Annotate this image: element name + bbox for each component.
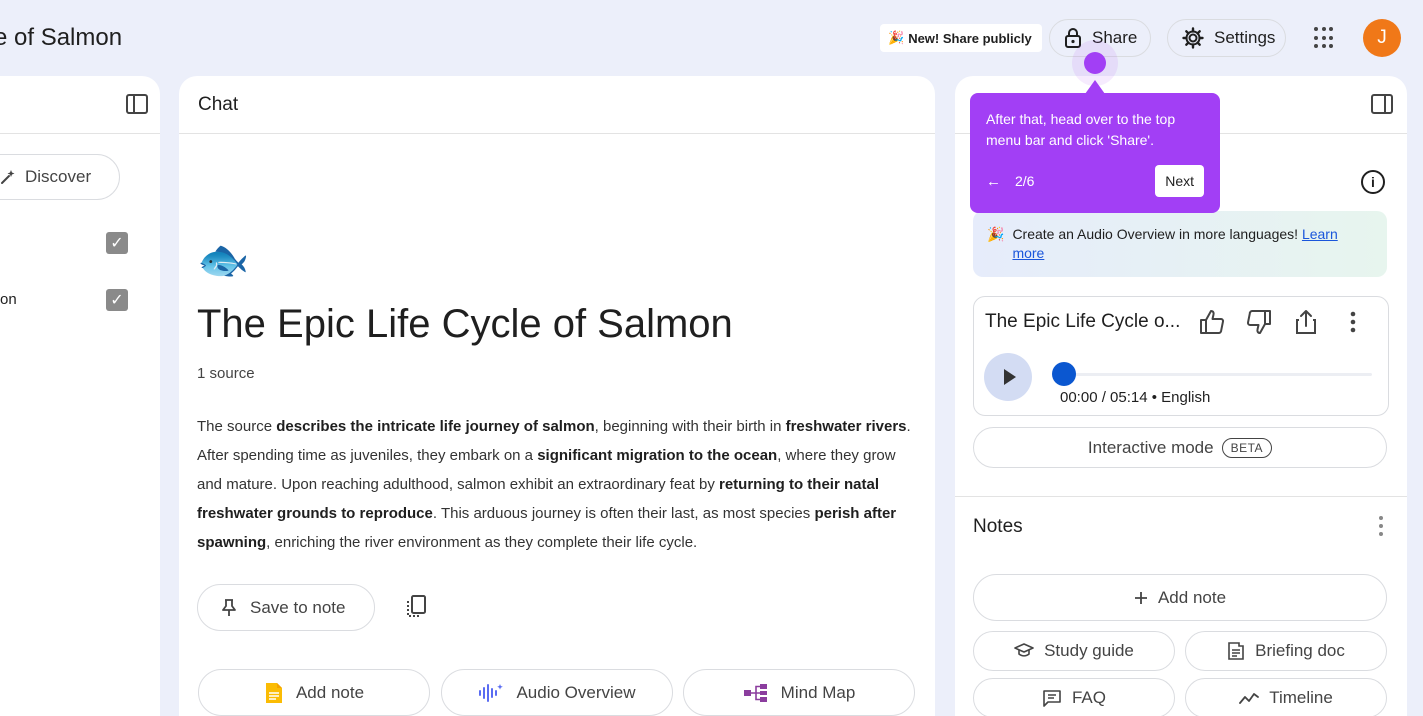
- summary-bold-run: significant migration to the ocean: [537, 447, 778, 464]
- tooltip-arrow: [1085, 80, 1105, 94]
- source-checkbox[interactable]: ✓: [106, 289, 128, 311]
- audio-progress-track[interactable]: [1064, 373, 1372, 376]
- discover-label: Discover: [25, 167, 92, 186]
- copy-icon[interactable]: [405, 594, 427, 620]
- notebook-heading: The Epic Life Cycle of Salmon: [197, 302, 733, 346]
- timeline-button[interactable]: Timeline: [1185, 678, 1387, 716]
- study-guide-button[interactable]: Study guide: [973, 631, 1175, 671]
- faq-chat-icon: [1042, 689, 1062, 707]
- audio-progress-knob[interactable]: [1052, 362, 1076, 386]
- party-popper-icon: 🎉: [987, 226, 1005, 242]
- chat-panel-header: Chat: [179, 76, 935, 134]
- gear-icon: [1182, 27, 1204, 49]
- briefing-doc-button[interactable]: Briefing doc: [1185, 631, 1387, 671]
- source-count: 1 source: [197, 365, 255, 382]
- more-vert-icon[interactable]: [1339, 307, 1366, 337]
- apps-grid-icon[interactable]: [1314, 27, 1336, 49]
- top-bar: e of Salmon 🎉 New! Share publicly Share …: [0, 0, 1423, 76]
- new-share-publicly-badge: 🎉 New! Share publicly: [880, 24, 1042, 52]
- studio-add-note-label: Add note: [1157, 587, 1227, 607]
- summary-run: . This arduous journey is often their la…: [432, 505, 815, 522]
- settings-button[interactable]: Settings: [1167, 19, 1286, 57]
- interactive-mode-button[interactable]: Interactive mode BETA: [973, 427, 1387, 468]
- banner-text: Create an Audio Overview in more languag…: [1012, 225, 1373, 263]
- tour-tooltip: After that, head over to the top menu ba…: [970, 93, 1220, 213]
- chat-panel: Chat 🐟 The Epic Life Cycle of Salmon 1 s…: [179, 76, 935, 716]
- save-to-note-label: Save to note: [250, 597, 346, 617]
- sparkle-search-icon: [0, 168, 17, 186]
- note-icon: [264, 681, 284, 705]
- thumbs-up-icon[interactable]: [1198, 307, 1225, 337]
- lock-icon: [1064, 27, 1082, 49]
- tooltip-next-button[interactable]: Next: [1155, 165, 1204, 197]
- tooltip-step-counter: 2/6: [1015, 173, 1035, 189]
- audio-overview-label: Audio Overview: [516, 682, 636, 702]
- beta-badge: BETA: [1221, 437, 1273, 458]
- party-popper-icon: 🎉: [888, 30, 905, 45]
- study-guide-label: Study guide: [1044, 641, 1134, 660]
- discover-button[interactable]: Discover: [0, 154, 120, 200]
- collapse-studio-panel-icon[interactable]: [1371, 94, 1393, 114]
- thumbs-down-icon[interactable]: [1245, 307, 1272, 337]
- save-to-note-button[interactable]: Save to note: [197, 584, 375, 631]
- pin-icon: [222, 598, 236, 617]
- audio-overview-card: The Epic Life Cycle o... 00:00 / 05:14 •…: [973, 296, 1389, 416]
- summary-bold-run: describes the intricate life journey of …: [276, 418, 595, 435]
- mind-map-icon: [743, 683, 769, 703]
- document-icon: [1227, 641, 1245, 661]
- info-icon[interactable]: i: [1361, 170, 1385, 194]
- studio-add-note-button[interactable]: Add note: [973, 574, 1387, 621]
- notebook-summary: The source describes the intricate life …: [197, 412, 917, 557]
- select-all-checkbox[interactable]: ✓: [106, 232, 128, 254]
- audio-overview-button[interactable]: Audio Overview: [441, 669, 673, 716]
- timeline-icon: [1239, 691, 1260, 705]
- sources-panel: Discover ✓ on ✓: [0, 76, 160, 716]
- mind-map-label: Mind Map: [780, 682, 856, 702]
- share-button[interactable]: Share: [1049, 19, 1151, 57]
- tooltip-text: After that, head over to the top menu ba…: [986, 111, 1176, 148]
- add-note-button[interactable]: Add note: [198, 669, 430, 716]
- timeline-label: Timeline: [1269, 688, 1333, 707]
- faq-button[interactable]: FAQ: [973, 678, 1175, 716]
- audio-overview-title: The Epic Life Cycle o...: [985, 311, 1181, 332]
- banner-message: Create an Audio Overview in more languag…: [1012, 226, 1302, 242]
- divider: [955, 496, 1407, 497]
- share-export-icon[interactable]: [1292, 307, 1319, 337]
- add-note-label: Add note: [295, 682, 365, 702]
- interactive-mode-label: Interactive mode: [1087, 437, 1214, 457]
- share-label: Share: [1092, 28, 1138, 47]
- notes-more-icon[interactable]: [1379, 516, 1383, 536]
- audio-card-actions: [1198, 307, 1366, 337]
- summary-run: , enriching the river environment as the…: [266, 534, 698, 551]
- audio-waveform-icon: [478, 682, 504, 704]
- summary-bold-run: freshwater rivers: [785, 418, 907, 435]
- summary-run: , beginning with their birth in: [594, 418, 786, 435]
- tooltip-footer: ← 2/6 Next: [986, 165, 1204, 197]
- summary-run: The source: [197, 418, 277, 435]
- plus-icon: [1134, 591, 1148, 605]
- briefing-doc-label: Briefing doc: [1255, 641, 1345, 660]
- tour-hotspot-dot: [1084, 52, 1106, 74]
- back-arrow-icon[interactable]: ←: [986, 173, 1001, 190]
- audio-time-readout: 00:00 / 05:14 • English: [1060, 389, 1211, 406]
- new-badge-label: New! Share publicly: [908, 30, 1032, 46]
- audio-languages-banner: 🎉 Create an Audio Overview in more langu…: [973, 211, 1387, 277]
- faq-label: FAQ: [1071, 688, 1106, 707]
- settings-label: Settings: [1214, 28, 1276, 47]
- collapse-sources-panel-icon[interactable]: [126, 94, 148, 114]
- graduation-cap-icon: [1014, 643, 1034, 659]
- avatar[interactable]: J: [1363, 19, 1401, 57]
- play-button[interactable]: [984, 353, 1032, 401]
- chat-header-title: Chat: [198, 93, 239, 115]
- fish-icon: 🐟: [197, 236, 250, 283]
- notes-heading: Notes: [973, 516, 1023, 537]
- notebook-title[interactable]: e of Salmon: [0, 24, 122, 52]
- source-item-label: on: [0, 291, 17, 308]
- mind-map-button[interactable]: Mind Map: [683, 669, 915, 716]
